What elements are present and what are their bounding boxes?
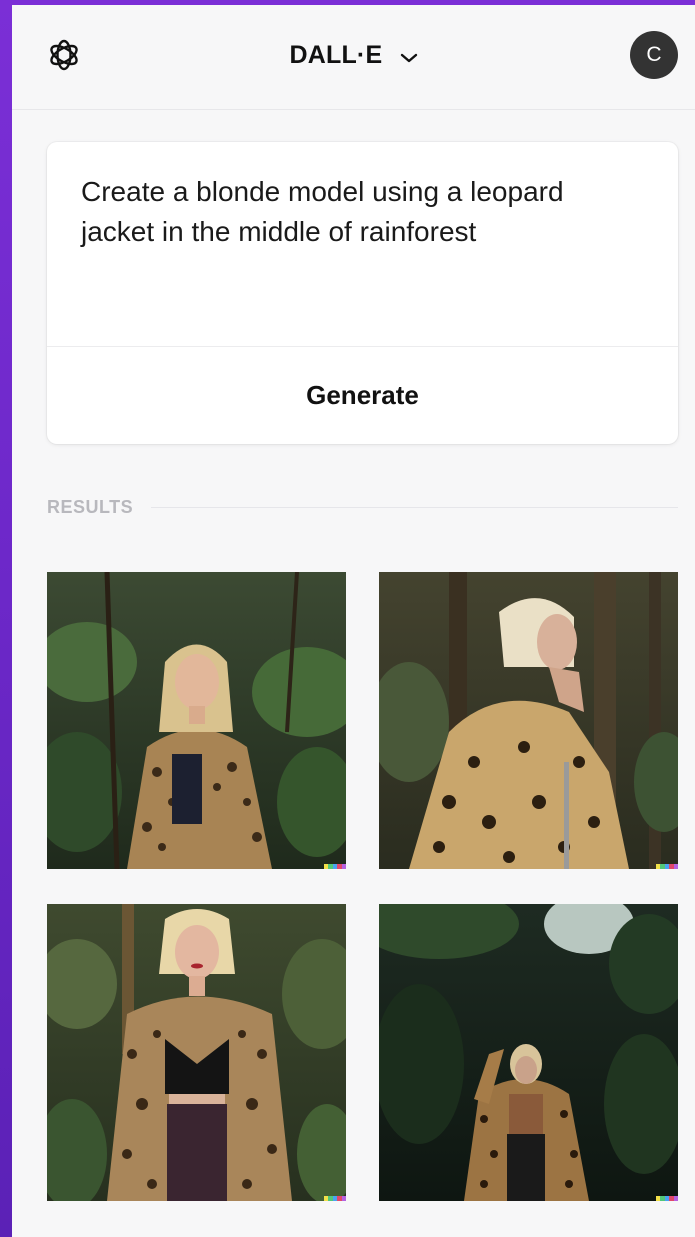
dalle-app: DALL·E C Create a blonde model using a l… [12,5,695,1237]
generate-button[interactable]: Generate [47,347,678,444]
user-avatar[interactable]: C [630,31,678,79]
result-image-2[interactable] [379,572,678,869]
results-divider [151,506,678,508]
results-heading: RESULTS [47,495,678,519]
signature-strip [656,1196,678,1201]
signature-strip [324,864,346,869]
prompt-card: Create a blonde model using a leopard ja… [47,142,678,444]
signature-strip [656,864,678,869]
model-selector[interactable]: DALL·E [12,41,695,71]
app-title: DALL·E [289,41,383,69]
signature-strip [324,1196,346,1201]
prompt-input[interactable]: Create a blonde model using a leopard ja… [81,172,641,252]
chevron-down-icon [400,42,418,71]
top-bar: DALL·E C [12,5,695,110]
result-image-1[interactable] [47,572,346,869]
result-image-4[interactable] [379,904,678,1201]
results-label: RESULTS [47,496,134,517]
result-image-3[interactable] [47,904,346,1201]
